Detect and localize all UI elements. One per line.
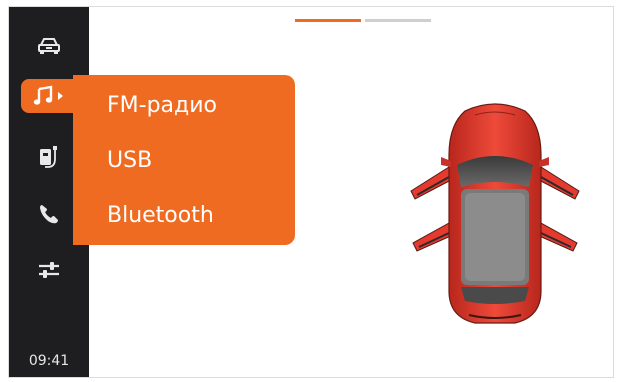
page-indicator-segment-1[interactable] bbox=[295, 19, 361, 22]
sidebar-item-music[interactable] bbox=[21, 79, 77, 113]
sliders-icon bbox=[39, 262, 59, 278]
menu-item-fm-radio[interactable]: FM-радио bbox=[107, 92, 217, 120]
sidebar-item-settings[interactable] bbox=[9, 247, 89, 293]
door-rear-right bbox=[536, 222, 578, 252]
page-indicator-segment-2[interactable] bbox=[365, 19, 431, 22]
door-front-left bbox=[410, 166, 454, 200]
audio-source-menu: FM-радио USB Bluetooth bbox=[73, 75, 295, 245]
clock: 09:41 bbox=[28, 353, 70, 369]
car-icon bbox=[38, 38, 60, 54]
car-open-doors-icon bbox=[410, 103, 580, 324]
door-rear-left bbox=[412, 222, 454, 252]
menu-item-bluetooth[interactable]: Bluetooth bbox=[107, 202, 214, 230]
music-note-icon bbox=[33, 85, 63, 105]
phone-icon bbox=[40, 205, 58, 224]
menu-item-usb[interactable]: USB bbox=[107, 147, 152, 175]
page-indicator bbox=[295, 19, 431, 22]
infotainment-screen: 09:41 FM-радио USB Bluetooth bbox=[8, 6, 614, 378]
sidebar-item-car[interactable] bbox=[9, 23, 89, 69]
usb-device-icon bbox=[40, 146, 57, 168]
door-front-right bbox=[536, 166, 580, 200]
